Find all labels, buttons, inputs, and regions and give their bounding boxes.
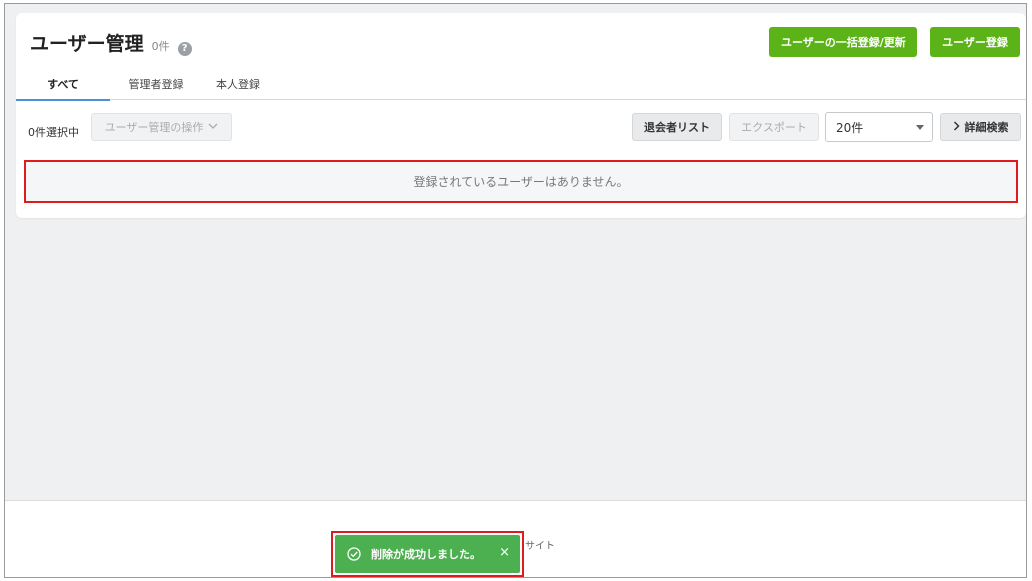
withdrawn-list-button[interactable]: 退会者リスト (632, 113, 722, 141)
advanced-search-label: 詳細検索 (964, 121, 1009, 134)
tab-all[interactable]: すべて (16, 76, 110, 101)
title-row: ユーザー管理 0件 ? (30, 29, 192, 56)
close-icon[interactable]: × (499, 545, 510, 560)
register-user-button[interactable]: ユーザー登録 (930, 27, 1020, 57)
selected-count: 0件選択中 (28, 126, 79, 139)
success-toast: 削除が成功しました。 × (335, 535, 520, 573)
bulk-register-button[interactable]: ユーザーの一括登録/更新 (769, 27, 917, 57)
user-actions-label: ユーザー管理の操作 (104, 121, 204, 134)
tab-bar: すべて 管理者登録 本人登録 (16, 71, 1026, 101)
help-icon[interactable]: ? (177, 41, 192, 56)
advanced-search-button[interactable]: 詳細検索 (940, 113, 1021, 141)
empty-message: 登録されているユーザーはありません。 (413, 175, 629, 189)
page-size-select[interactable]: 20件 (825, 112, 933, 142)
empty-message-box: 登録されているユーザーはありません。 (24, 160, 1018, 203)
caret-down-icon (916, 125, 924, 130)
user-management-card: ユーザー管理 0件 ? ユーザーの一括登録/更新 ユーザー登録 すべて 管理者登… (16, 13, 1026, 218)
tab-self-registered[interactable]: 本人登録 (206, 76, 270, 99)
user-actions-dropdown[interactable]: ユーザー管理の操作 (91, 113, 232, 141)
chevron-right-icon (953, 120, 960, 134)
user-count: 0件 (151, 40, 170, 53)
tab-admin-registered[interactable]: 管理者登録 (120, 76, 192, 99)
app-frame: ユーザー管理 0件 ? ユーザーの一括登録/更新 ユーザー登録 すべて 管理者登… (4, 3, 1027, 578)
page-title: ユーザー管理 (30, 33, 144, 55)
chevron-down-icon (208, 122, 218, 133)
toast-message: 削除が成功しました。 (371, 548, 481, 561)
page-size-value: 20件 (836, 120, 864, 135)
check-circle-icon (347, 547, 361, 561)
export-button[interactable]: エクスポート (729, 113, 819, 141)
footer-text[interactable]: サイト (525, 537, 555, 552)
